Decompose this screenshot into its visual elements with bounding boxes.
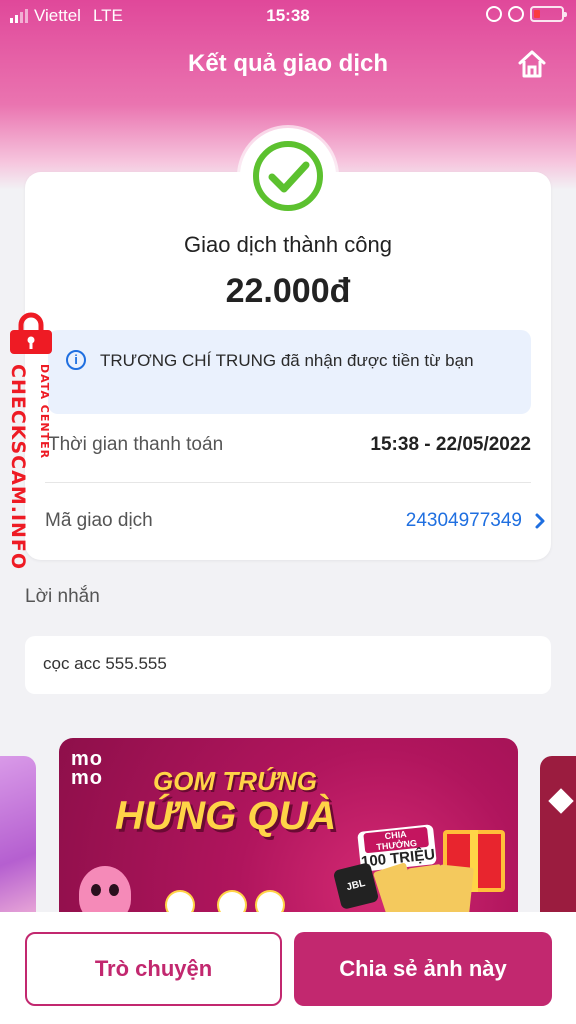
message-heading: Lời nhắn — [25, 586, 100, 607]
info-banner: i TRƯƠNG CHÍ TRUNG đã nhận được tiền từ … — [48, 330, 531, 414]
payment-time-label: Thời gian thanh toán — [48, 434, 224, 455]
transaction-id-link[interactable]: 24304977349 — [406, 506, 546, 536]
message-text: cọc acc 555.555 — [43, 654, 167, 673]
chat-button[interactable]: Trò chuyện — [25, 932, 282, 1006]
info-message: TRƯƠNG CHÍ TRUNG đã nhận được tiền từ bạ… — [100, 351, 474, 370]
watermark-site: CHECKSCAM.INFO — [7, 364, 29, 571]
status-text: Giao dịch thành công — [184, 232, 392, 257]
status-right — [486, 6, 567, 22]
lock-icon — [10, 312, 52, 354]
chevron-right-icon — [535, 513, 545, 529]
page-title: Kết quả giao dịch — [187, 50, 388, 77]
amount: 22.000đ — [225, 272, 351, 310]
promo-banner[interactable]: mo mo GOM TRỨNG HỨNG QUÀ CHIA THƯỞNG 100… — [59, 738, 518, 928]
battery-icon — [530, 6, 567, 22]
banner-title-line1: GOM TRỨNG — [153, 766, 318, 796]
watermark: CHECKSCAM.INFO DATA CENTER — [0, 312, 62, 588]
payment-time-value: 15:38 - 22/05/2022 — [370, 434, 531, 455]
share-image-button[interactable]: Chia sẻ ảnh này — [294, 932, 552, 1006]
transaction-id-value: 24304977349 — [405, 510, 522, 531]
orientation-lock-icon — [486, 6, 502, 22]
success-badge — [240, 128, 336, 224]
alarm-icon — [508, 6, 524, 22]
check-circle-icon — [253, 141, 323, 211]
divider — [45, 482, 531, 483]
info-icon: i — [66, 350, 86, 370]
home-icon — [518, 50, 546, 78]
banner-title-line2: HỨNG QUÀ — [115, 794, 337, 838]
momo-logo: mo mo — [71, 748, 103, 789]
watermark-subtitle: DATA CENTER — [38, 364, 51, 460]
message-box: cọc acc 555.555 — [25, 636, 551, 694]
banner-next[interactable] — [540, 756, 576, 926]
status-bar: Viettel LTE 15:38 — [0, 0, 576, 32]
banner-prev[interactable] — [0, 756, 36, 926]
home-button[interactable] — [516, 48, 548, 80]
